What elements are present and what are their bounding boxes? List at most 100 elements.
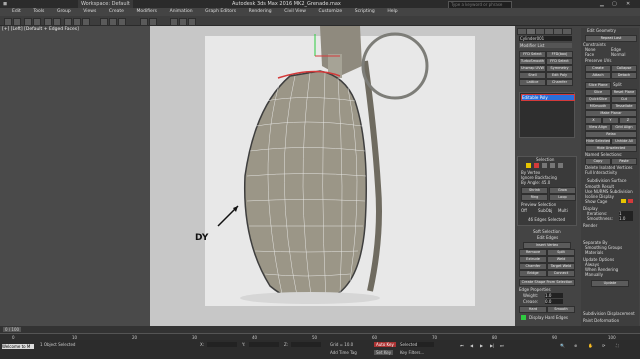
play-icon[interactable]: ▶ <box>480 343 483 348</box>
cage-color-swatch[interactable] <box>621 199 626 203</box>
constraint-normal-radio[interactable]: Normal <box>611 52 625 57</box>
grow-button[interactable]: Grow <box>549 187 576 194</box>
shrink-button[interactable]: Shrink <box>521 187 548 194</box>
modifier-button[interactable]: Shell <box>519 72 546 79</box>
go-to-end-icon[interactable]: ⏭ <box>500 343 504 348</box>
undo-icon[interactable] <box>4 18 12 26</box>
view-align-button[interactable]: View Align <box>585 124 611 131</box>
smoothness-spinner[interactable]: 1.0 <box>619 216 633 221</box>
menu-scripting[interactable]: Scripting <box>355 8 375 16</box>
edge-mode-icon[interactable] <box>534 163 539 168</box>
timeline[interactable]: 0 / 100 0 10 20 30 40 50 60 70 80 90 100 <box>0 326 640 340</box>
split-checkbox[interactable]: Split <box>613 82 622 87</box>
modifier-button[interactable]: FFD Select <box>546 58 573 65</box>
update-manually-radio[interactable]: Manually <box>585 272 603 277</box>
viewport-label[interactable]: [+] [Left] [Default + Edged Faces] <box>2 27 79 32</box>
modifier-button[interactable]: FFD Select <box>519 51 546 58</box>
object-name-field[interactable]: Cylinder001 <box>519 36 572 41</box>
unhide-all-button[interactable]: Unhide All <box>611 138 637 145</box>
update-button[interactable]: Update <box>591 280 629 287</box>
ring-button[interactable]: Ring <box>521 194 548 201</box>
hide-unselected-button[interactable]: Hide Unselected <box>585 145 637 152</box>
track-bar[interactable]: 0 10 20 30 40 50 60 70 80 90 100 <box>0 333 640 340</box>
split-button[interactable]: Split <box>547 249 575 256</box>
hide-selected-button[interactable]: Hide Selected <box>585 138 611 145</box>
msmooth-button[interactable]: MSmooth <box>585 103 611 110</box>
edit-edges-rollout[interactable]: Edit Edges <box>537 235 558 240</box>
zoom-icon[interactable]: 🔍 <box>560 343 565 348</box>
orbit-icon[interactable]: ⟳ <box>602 343 605 348</box>
menu-views[interactable]: Views <box>83 8 96 16</box>
z-coordinate-field[interactable] <box>291 342 321 347</box>
link-icon[interactable] <box>24 18 32 26</box>
go-to-start-icon[interactable]: ⏮ <box>460 343 464 348</box>
create-shape-button[interactable]: Create Shape From Selection <box>519 279 575 286</box>
zoom-all-icon[interactable]: ⊕ <box>574 343 577 348</box>
auto-key-button[interactable]: Auto Key <box>374 342 396 347</box>
copy-button[interactable]: Copy <box>585 158 611 165</box>
menu-create[interactable]: Create <box>109 8 124 16</box>
cut-button[interactable]: Cut <box>611 96 637 103</box>
redo-icon[interactable] <box>13 18 21 26</box>
modifier-button[interactable]: FFD(box) <box>546 51 573 58</box>
minimize-button[interactable]: ▁ <box>600 0 604 8</box>
snap-icon[interactable] <box>100 18 108 26</box>
target-weld-button[interactable]: Target Weld <box>547 263 575 270</box>
modifier-button[interactable]: Unwrap UVW <box>519 65 546 72</box>
connect-button[interactable]: Connect <box>547 270 575 277</box>
utilities-tab[interactable] <box>562 28 572 35</box>
by-angle-checkbox[interactable]: By Angle: 45.0 <box>521 180 550 185</box>
repeat-last-button[interactable]: Repeat Last <box>585 35 637 42</box>
maximize-button[interactable]: ▢ <box>612 0 617 8</box>
align-icon[interactable] <box>149 18 157 26</box>
menu-edit[interactable]: Edit <box>12 8 21 16</box>
create-button[interactable]: Create <box>585 65 611 72</box>
paste-button[interactable]: Paste <box>611 158 637 165</box>
relax-button[interactable]: Relax <box>585 131 637 138</box>
app-icon[interactable]: ◼ <box>3 0 7 8</box>
soft-selection-rollout[interactable]: Soft Selection <box>533 229 561 234</box>
materials-checkbox[interactable]: Materials <box>585 250 603 255</box>
collapse-button[interactable]: Collapse <box>611 65 637 72</box>
weight-spinner[interactable]: 1.0 <box>545 293 563 298</box>
maxscript-listener[interactable]: Welcome to M <box>2 344 34 349</box>
loop-button[interactable]: Loop <box>549 194 576 201</box>
modifier-button[interactable]: Symmetry <box>546 65 573 72</box>
crease-spinner[interactable]: 0.0 <box>545 299 563 304</box>
remove-button[interactable]: Remove <box>519 249 547 256</box>
add-time-tag-button[interactable]: Add Time Tag <box>330 350 357 355</box>
cage-selection-color-swatch[interactable] <box>628 199 633 203</box>
quickslice-button[interactable]: QuickSlice <box>585 96 611 103</box>
full-interactivity-checkbox[interactable]: Full Interactivity <box>585 170 617 175</box>
percent-snap-icon[interactable] <box>118 18 126 26</box>
maximize-viewport-icon[interactable]: ⛶ <box>616 343 619 348</box>
edit-geometry-title[interactable]: Edit Geometry <box>587 28 616 33</box>
preserve-uvs-checkbox[interactable]: Preserve UVs <box>585 58 611 63</box>
modifier-button[interactable]: TurboSmooth <box>519 58 546 65</box>
display-hard-edges-checkbox[interactable]: Display Hard Edges <box>529 315 568 320</box>
smooth-button[interactable]: Smooth <box>547 306 575 313</box>
select-by-name-icon[interactable] <box>53 18 61 26</box>
y-coordinate-field[interactable] <box>249 342 279 347</box>
grid-align-button[interactable]: Grid Align <box>611 124 637 131</box>
menu-animation[interactable]: Animation <box>170 8 193 16</box>
tessellate-button[interactable]: Tessellate <box>611 103 637 110</box>
select-icon[interactable] <box>44 18 52 26</box>
reset-plane-button[interactable]: Reset Plane <box>611 89 637 96</box>
paint-deformation-rollout[interactable]: Paint Deformation <box>583 318 619 323</box>
detach-button[interactable]: Detach <box>611 72 637 79</box>
close-icon[interactable]: ✕ <box>626 0 630 8</box>
move-icon[interactable] <box>64 18 72 26</box>
border-mode-icon[interactable] <box>542 163 547 168</box>
time-slider[interactable]: 0 / 100 <box>3 327 22 332</box>
key-filters-button[interactable]: Key Filters... <box>400 350 424 355</box>
extrude-button[interactable]: Extrude <box>519 256 547 263</box>
preview-subobj-radio[interactable]: SubObj <box>538 208 552 213</box>
material-editor-icon[interactable] <box>170 18 178 26</box>
rotate-icon[interactable] <box>73 18 81 26</box>
menu-tools[interactable]: Tools <box>33 8 44 16</box>
modifier-list-dropdown[interactable]: Modifier List <box>519 43 572 48</box>
menu-modifiers[interactable]: Modifiers <box>136 8 157 16</box>
stack-item-editable-poly[interactable]: Editable Poly <box>521 94 575 101</box>
make-planar-button[interactable]: Make Planar <box>585 110 637 117</box>
